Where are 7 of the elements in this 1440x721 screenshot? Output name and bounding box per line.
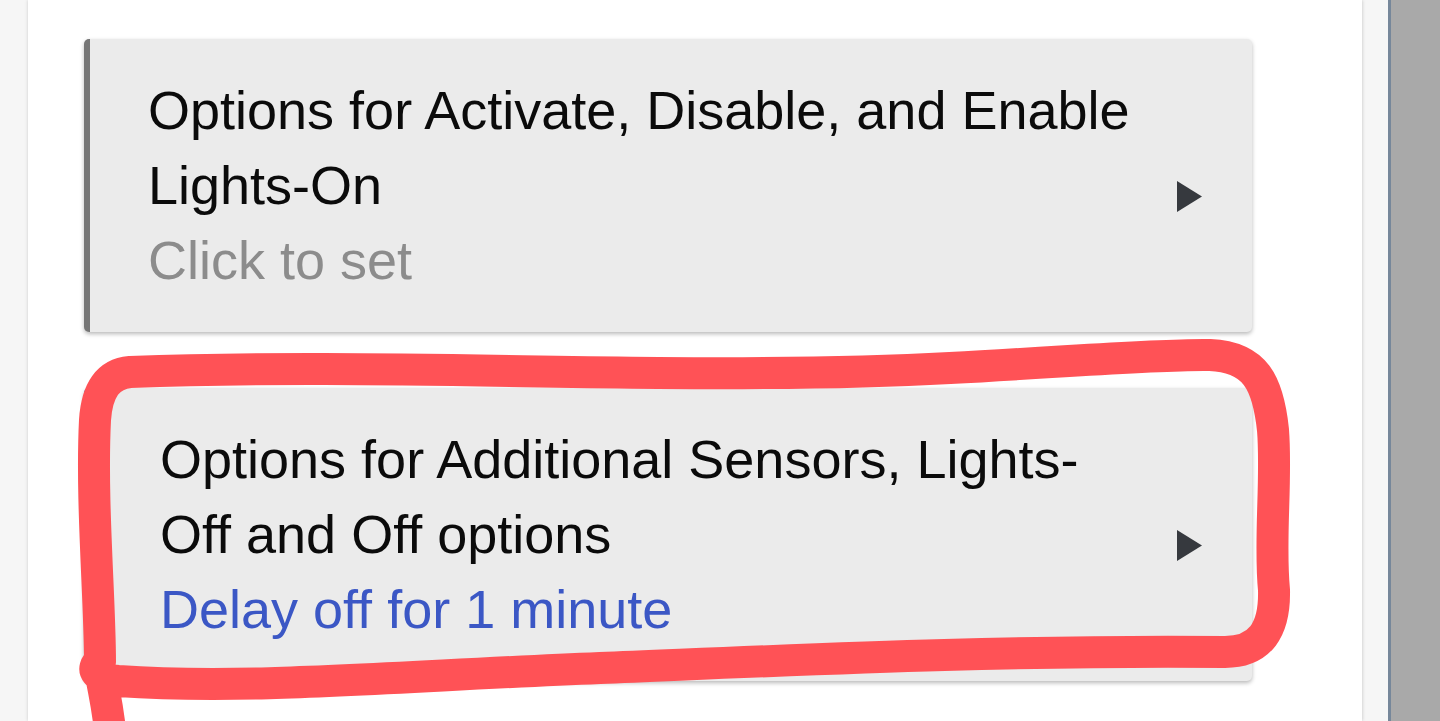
caret-right-icon [1177, 530, 1202, 561]
settings-option-card[interactable]: Options for Activate, Disable, and Enable Lights-On Click to set [84, 39, 1252, 332]
caret-right-icon [1177, 181, 1202, 212]
option-summary: Delay off for 1 minute [160, 578, 674, 641]
option-title: Options for Additional Sensors, Lights-Off and Off options [160, 428, 1080, 566]
option-summary: Click to set [148, 229, 414, 292]
option-title: Options for Activate, Disable, and Enable Lights-On [148, 79, 1131, 217]
